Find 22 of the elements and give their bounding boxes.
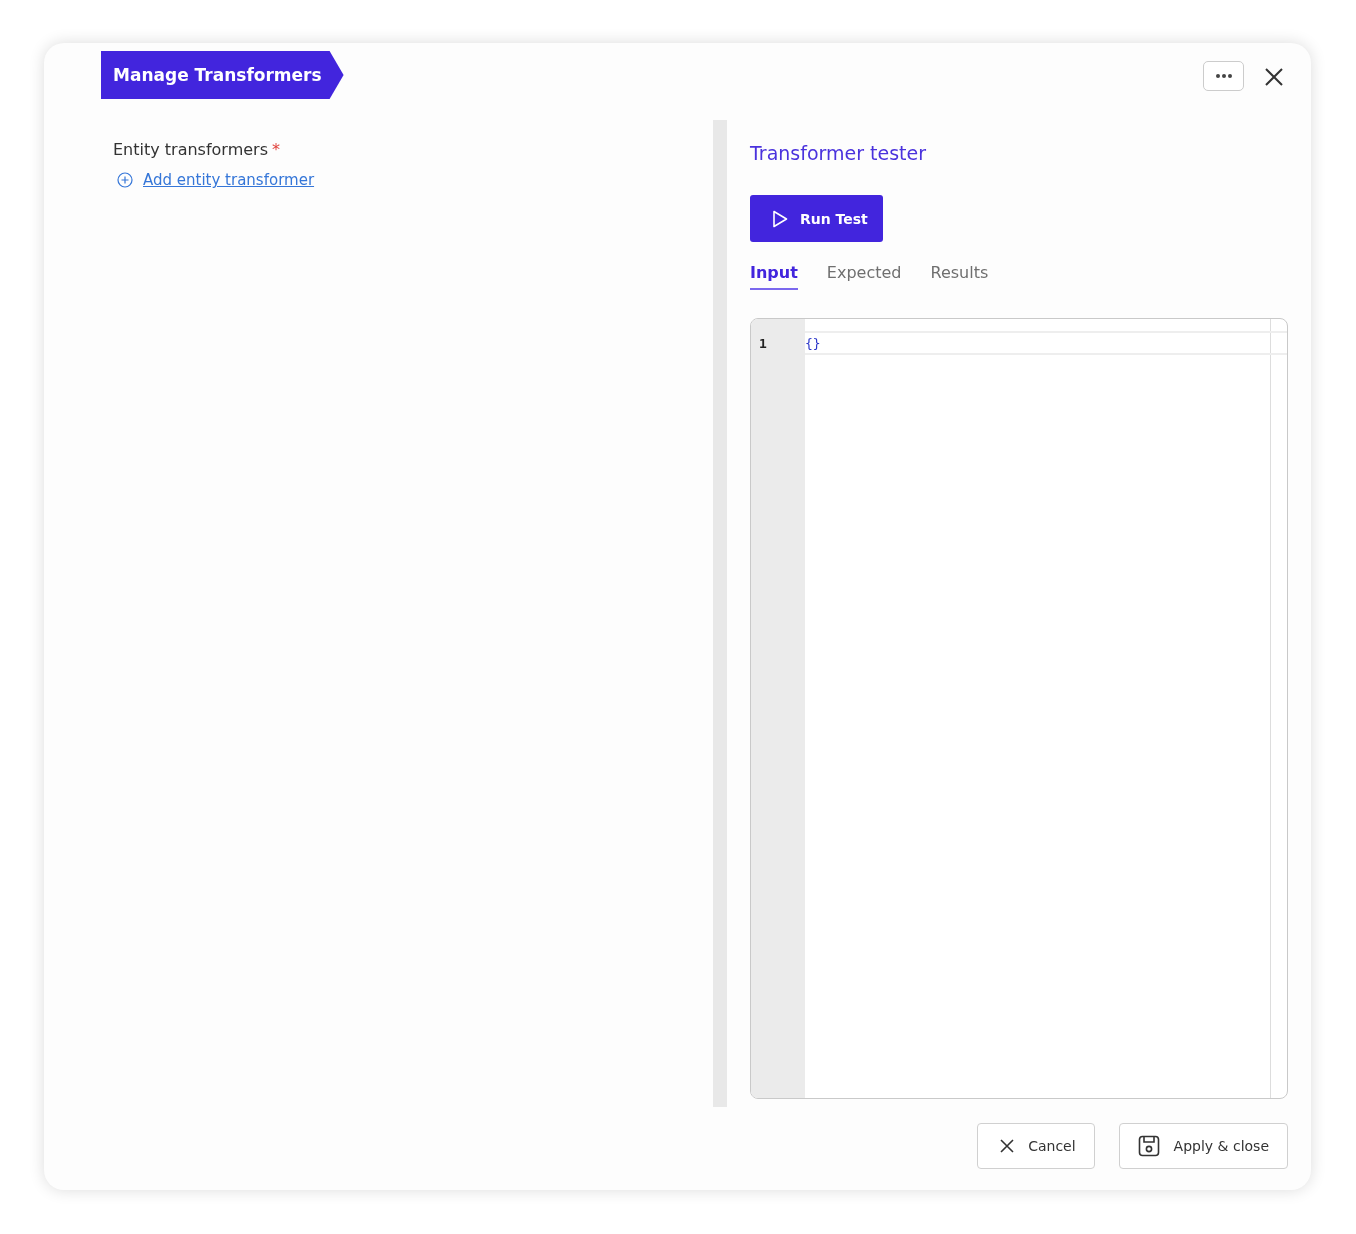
play-icon: [772, 209, 788, 228]
more-button[interactable]: [1203, 61, 1244, 91]
tab[interactable]: Input: [750, 263, 798, 290]
section-title: Transformer tester: [750, 142, 928, 164]
cancel-button[interactable]: Cancel: [977, 1123, 1095, 1169]
close-icon: [1265, 68, 1283, 86]
close-button[interactable]: [1265, 68, 1283, 86]
dialog-title: Manage Transformers: [101, 51, 344, 99]
line-number: 1: [758, 335, 768, 351]
field-label: Entity transformers: [113, 140, 268, 159]
required-mark: *: [272, 140, 280, 159]
close-icon: [1000, 1139, 1015, 1153]
more-icon: [1215, 74, 1232, 78]
save-icon: [1137, 1135, 1160, 1157]
run-test-button[interactable]: Run Test: [750, 195, 883, 242]
add-entity-transformer-link[interactable]: Add entity transformer: [143, 171, 315, 189]
tab[interactable]: Results: [930, 263, 989, 290]
add-icon: [117, 172, 133, 188]
code-line: {}: [805, 335, 821, 351]
code-editor[interactable]: 1 {}: [750, 318, 1288, 1099]
apply-button[interactable]: Apply & close: [1118, 1123, 1288, 1169]
tab[interactable]: Expected: [826, 263, 902, 290]
